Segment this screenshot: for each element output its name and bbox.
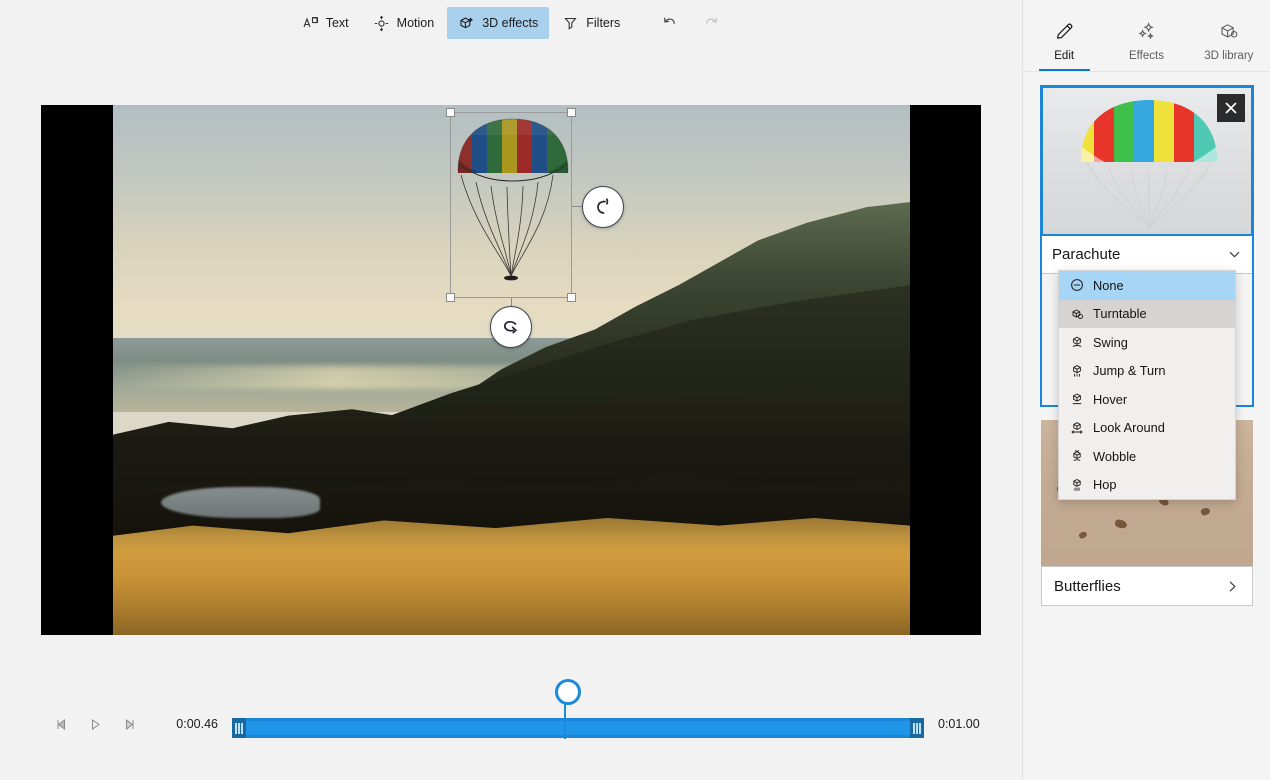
- tab-3d-library[interactable]: 3D library: [1188, 0, 1270, 71]
- tab-edit-label: Edit: [1054, 50, 1075, 62]
- editor-area: Text Motion 3D effects Filters 0:00.46 0…: [0, 0, 1022, 780]
- redo-icon: [705, 17, 717, 24]
- tab-3d-library-label: 3D library: [1204, 50, 1254, 62]
- tool-filters-label: Filters: [586, 16, 621, 30]
- filter-icon: [562, 15, 579, 32]
- previous-frame-icon: [57, 718, 65, 730]
- dropdown-option-label: Swing: [1093, 334, 1128, 350]
- tab-effects-label: Effects: [1129, 50, 1164, 62]
- tool-motion[interactable]: Motion: [362, 7, 446, 39]
- dropdown-option-label: Hop: [1093, 477, 1117, 493]
- cube-library-icon: [1218, 20, 1239, 42]
- rotate-horizontal-icon: [504, 321, 518, 334]
- dropdown-option-swing[interactable]: Swing: [1059, 328, 1235, 357]
- dropdown-option-label: Look Around: [1093, 420, 1165, 436]
- playhead[interactable]: [555, 679, 581, 739]
- rotate-vertical-handle[interactable]: [582, 186, 624, 228]
- resize-handle-top-right[interactable]: [567, 108, 576, 117]
- dropdown-option-jump-turn[interactable]: Jump & Turn: [1059, 357, 1235, 386]
- playback-controls: 0:00.46 0:01.00: [0, 679, 1022, 748]
- library-item-label: Butterflies: [1054, 577, 1121, 595]
- text-icon: [302, 15, 319, 32]
- close-icon: [1225, 102, 1237, 114]
- previous-frame-button[interactable]: [44, 707, 78, 741]
- timeline-bar[interactable]: [232, 718, 924, 738]
- dropdown-option-label: None: [1093, 277, 1124, 293]
- hover-icon: [1069, 392, 1084, 407]
- resize-handle-top-left[interactable]: [446, 108, 455, 117]
- panel-tab-bar: Edit Effects 3D library: [1023, 0, 1270, 72]
- current-time-label: 0:00.46: [176, 717, 218, 731]
- pencil-icon: [1054, 20, 1075, 42]
- look-around-icon: [1069, 420, 1084, 435]
- rotate-horizontal-handle[interactable]: [490, 306, 532, 348]
- chevron-right-icon: [1229, 581, 1236, 591]
- hop-icon: [1069, 477, 1084, 492]
- cube-effects-icon: [458, 15, 475, 32]
- chevron-down-icon: [1229, 252, 1240, 258]
- tool-3d-effects-label: 3D effects: [482, 16, 539, 30]
- remove-object-button[interactable]: [1217, 94, 1245, 122]
- timeline-track[interactable]: [232, 679, 924, 741]
- tab-edit[interactable]: Edit: [1023, 0, 1105, 71]
- turntable-icon: [1069, 306, 1084, 321]
- tool-text-label: Text: [325, 16, 349, 30]
- redo-button[interactable]: [691, 7, 731, 39]
- rotate-vertical-icon: [597, 198, 609, 214]
- tool-3d-effects[interactable]: 3D effects: [447, 7, 550, 39]
- dropdown-option-none[interactable]: None: [1059, 271, 1235, 300]
- tab-effects[interactable]: Effects: [1105, 0, 1187, 71]
- library-item-butterflies[interactable]: Butterflies: [1041, 566, 1253, 606]
- dropdown-option-hop[interactable]: Hop: [1059, 471, 1235, 500]
- resize-handle-bottom-left[interactable]: [446, 293, 455, 302]
- next-frame-button[interactable]: [112, 707, 146, 741]
- tool-text[interactable]: Text: [291, 7, 360, 39]
- total-time-label: 0:01.00: [938, 717, 980, 731]
- dropdown-option-label: Wobble: [1093, 448, 1137, 464]
- animation-select-value: Parachute: [1052, 246, 1121, 263]
- tool-motion-label: Motion: [396, 16, 435, 30]
- play-button[interactable]: [78, 707, 112, 741]
- swing-icon: [1069, 335, 1084, 350]
- video-editor-window: Text Motion 3D effects Filters 0:00.46 0…: [0, 0, 1270, 780]
- dropdown-option-label: Turntable: [1093, 306, 1147, 322]
- wobble-icon: [1069, 449, 1084, 464]
- sparkles-icon: [1136, 20, 1157, 42]
- undo-icon: [663, 17, 675, 24]
- scene-tidepool: [160, 486, 321, 519]
- top-toolbar: Text Motion 3D effects Filters: [0, 0, 1022, 46]
- resize-handle-bottom-right[interactable]: [567, 293, 576, 302]
- dropdown-option-hover[interactable]: Hover: [1059, 385, 1235, 414]
- dropdown-option-label: Jump & Turn: [1093, 363, 1166, 379]
- object-selection-box[interactable]: [446, 108, 576, 302]
- next-frame-icon: [125, 718, 133, 730]
- animation-dropdown-list[interactable]: None Turntable Swing Jump & Turn Hover L…: [1058, 270, 1236, 500]
- dropdown-option-label: Hover: [1093, 391, 1128, 407]
- tool-filters[interactable]: Filters: [551, 7, 631, 39]
- trim-handle-end[interactable]: [910, 718, 924, 738]
- animation-select[interactable]: Parachute: [1041, 236, 1253, 274]
- play-icon: [91, 718, 100, 730]
- trim-handle-start[interactable]: [232, 718, 246, 738]
- jump-turn-icon: [1069, 363, 1084, 378]
- dropdown-option-turntable[interactable]: Turntable: [1059, 299, 1235, 328]
- timeline-fill: [246, 721, 910, 735]
- undo-button[interactable]: [649, 7, 689, 39]
- motion-icon: [373, 15, 390, 32]
- dropdown-option-look-around[interactable]: Look Around: [1059, 414, 1235, 443]
- none-icon: [1069, 278, 1084, 293]
- selected-object-card[interactable]: [1041, 86, 1253, 236]
- dropdown-option-wobble[interactable]: Wobble: [1059, 442, 1235, 471]
